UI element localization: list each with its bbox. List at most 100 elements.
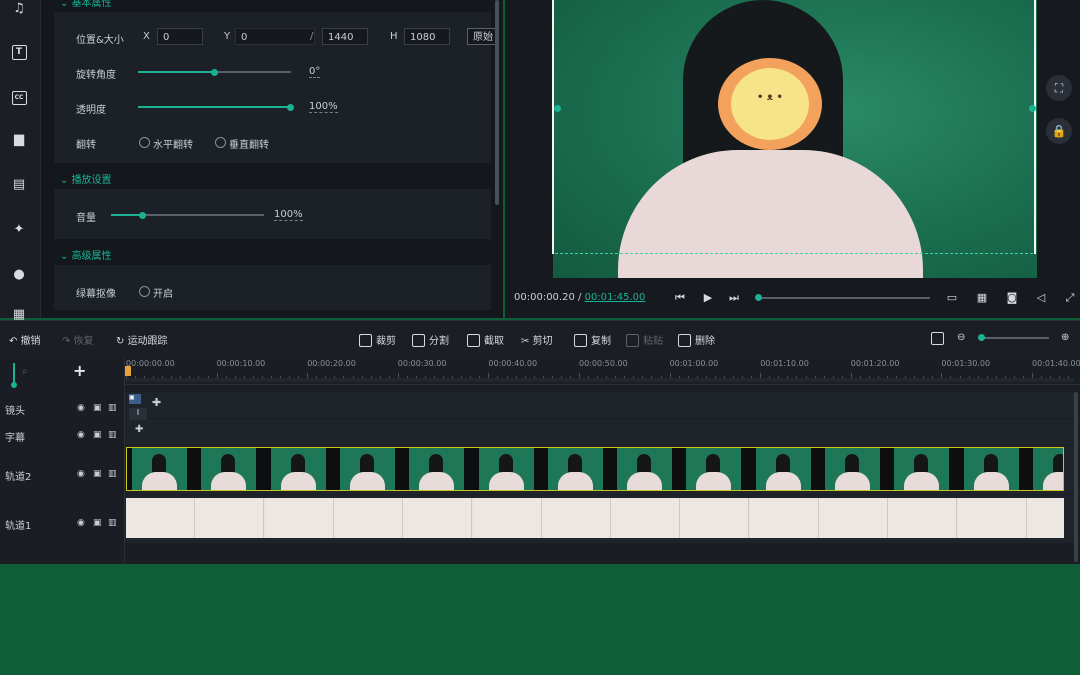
redo-button[interactable]: ↷ 恢复	[62, 332, 94, 347]
section-advanced-header[interactable]: ⌄ 高级属性	[60, 247, 112, 262]
crop-button[interactable]: 裁剪	[359, 332, 396, 347]
volume-icon[interactable]: ◁	[1034, 291, 1048, 305]
clip-thumbnail	[686, 448, 742, 490]
lock-icon[interactable]: ▣	[93, 403, 102, 413]
properties-panel: ⌄ 基本属性 位置&大小 X 0 Y 0 / 1440 H 1080 原始 旋转…	[41, 0, 503, 318]
split-marker-icon[interactable]: ⫾	[129, 408, 147, 420]
text-icon[interactable]: T	[10, 42, 28, 60]
trash-icon[interactable]: ▥	[108, 518, 117, 528]
clip-thumbnail	[270, 448, 326, 490]
trash-icon[interactable]: ▥	[108, 469, 117, 479]
slide-thumbnail	[1026, 498, 1064, 538]
previous-frame-icon[interactable]: ⏮	[673, 291, 687, 305]
time-display: 00:00:00.20 / 00:01:45.00	[514, 292, 645, 303]
cut-button[interactable]: ✂ 剪切	[521, 332, 553, 347]
flip-horizontal-label: 水平翻转	[153, 140, 193, 151]
width-input[interactable]: 1440	[322, 28, 368, 45]
timeline-vertical-scrollbar[interactable]	[1074, 392, 1078, 562]
section-playback: 音量 100%	[54, 189, 491, 239]
camera-icon[interactable]: ◙	[1005, 291, 1019, 305]
paste-button[interactable]: 粘贴	[626, 332, 663, 347]
undo-button[interactable]: ↶ 撤销	[9, 332, 41, 347]
resize-handle-left[interactable]	[554, 105, 561, 112]
volume-value[interactable]: 100%	[274, 209, 303, 221]
fullscreen-icon[interactable]: ⤢	[1063, 291, 1077, 305]
lock-icon[interactable]: ▣	[93, 518, 102, 528]
video-clip-track2[interactable]	[126, 447, 1064, 491]
eye-icon[interactable]: ◉	[77, 469, 85, 479]
ruler-tick-label: 00:00:10.00	[216, 359, 266, 368]
zoom-out-icon[interactable]: ⊖	[957, 332, 965, 343]
resize-handle-right[interactable]	[1029, 105, 1036, 112]
flip-horizontal-radio[interactable]	[139, 137, 150, 148]
add-shot-icon[interactable]: ✚	[152, 396, 161, 409]
shot-marker[interactable]: ▣	[129, 394, 141, 404]
play-icon[interactable]: ▶	[701, 291, 715, 305]
section-basic-title: 基本属性	[71, 0, 112, 9]
playback-progress-track[interactable]	[758, 297, 930, 299]
track-headers: ⌕ + 镜头 ◉ ▣ ▥ 字幕 ◉ ▣ ▥ 轨道2 ◉ ▣ ▥ 轨道1 ◉ ▣ ▥	[0, 356, 125, 564]
original-size-button[interactable]: 原始	[467, 28, 497, 45]
height-input[interactable]: 1080	[404, 28, 450, 45]
eye-icon[interactable]: ◉	[77, 518, 85, 528]
rotate-value[interactable]: 0°	[309, 66, 321, 78]
properties-scrollbar[interactable]	[495, 0, 499, 205]
cut-label: 剪切	[532, 336, 553, 347]
person-icon[interactable]: ●	[10, 266, 28, 284]
zoom-slider-knob[interactable]	[978, 334, 985, 341]
section-playback-header[interactable]: ⌄ 播放设置	[60, 171, 112, 186]
section-basic-header[interactable]: ⌄ 基本属性	[60, 0, 112, 9]
crop-label: 裁剪	[376, 336, 396, 347]
x-input[interactable]: 0	[157, 28, 203, 45]
volume-slider-knob[interactable]	[139, 212, 146, 219]
y-input[interactable]: 0	[235, 28, 315, 45]
ruler-tick-label: 00:01:00.00	[669, 359, 719, 368]
h-label: H	[390, 31, 398, 42]
zoom-in-icon[interactable]: ⊕	[1061, 332, 1069, 343]
opacity-value[interactable]: 100%	[309, 101, 338, 113]
clip-thumbnail	[201, 448, 257, 490]
lock-icon[interactable]: ▣	[93, 469, 102, 479]
current-time: 00:00:00.20	[514, 292, 575, 303]
section-advanced: 绿幕抠像 开启	[54, 265, 491, 310]
flip-vertical-radio[interactable]	[215, 137, 226, 148]
copy-label: 复制	[591, 336, 611, 347]
grid-icon[interactable]: ▦	[975, 291, 989, 305]
lock-icon[interactable]: ▣	[93, 430, 102, 440]
playback-progress-knob[interactable]	[755, 294, 762, 301]
music-icon[interactable]: ♫	[10, 0, 28, 18]
video-clip-track1[interactable]	[126, 498, 1064, 538]
add-caption-icon[interactable]: ✚	[135, 424, 143, 435]
folder-icon[interactable]: ▆	[10, 131, 28, 149]
section-playback-title: 播放设置	[71, 175, 112, 186]
player-controls: 00:00:00.20 / 00:01:45.00 ⏮ ▶ ⏭ ▭ ▦ ◙ ◁ …	[505, 280, 1080, 318]
video-preview[interactable]: • ᴥ •	[553, 0, 1037, 278]
trash-icon[interactable]: ▥	[108, 403, 117, 413]
undo-label: 撤销	[20, 336, 41, 347]
motion-tracking-button[interactable]: ↻ 运动跟踪	[116, 332, 168, 347]
track-label: 轨道1	[5, 521, 32, 532]
split-button[interactable]: 分割	[412, 332, 449, 347]
eye-icon[interactable]: ◉	[77, 403, 85, 413]
next-frame-icon[interactable]: ⏭	[727, 291, 741, 305]
snapshot-area-icon[interactable]: ▭	[945, 291, 959, 305]
clip-thumbnail	[755, 448, 811, 490]
greenscreen-radio[interactable]	[139, 286, 150, 297]
comment-icon[interactable]: ▤	[10, 176, 28, 194]
delete-button[interactable]: 删除	[678, 332, 715, 347]
effects-icon[interactable]: ✦	[10, 221, 28, 239]
fit-timeline-icon[interactable]	[931, 332, 948, 345]
add-track-icon[interactable]: +	[73, 361, 86, 380]
zoom-slider-track[interactable]	[981, 337, 1049, 339]
eye-icon[interactable]: ◉	[77, 430, 85, 440]
rotate-slider-knob[interactable]	[211, 69, 218, 76]
extract-button[interactable]: 截取	[467, 332, 504, 347]
lock-icon[interactable]: 🔒	[1046, 118, 1072, 144]
magnifier-icon[interactable]: ⌕	[22, 366, 28, 377]
opacity-slider-knob[interactable]	[287, 104, 294, 111]
ruler-scrub-bar[interactable]	[124, 378, 1074, 382]
fit-screen-icon[interactable]: ⛶	[1046, 75, 1072, 101]
caption-icon[interactable]: CC	[10, 87, 28, 105]
copy-button[interactable]: 复制	[574, 332, 611, 347]
trash-icon[interactable]: ▥	[108, 430, 117, 440]
